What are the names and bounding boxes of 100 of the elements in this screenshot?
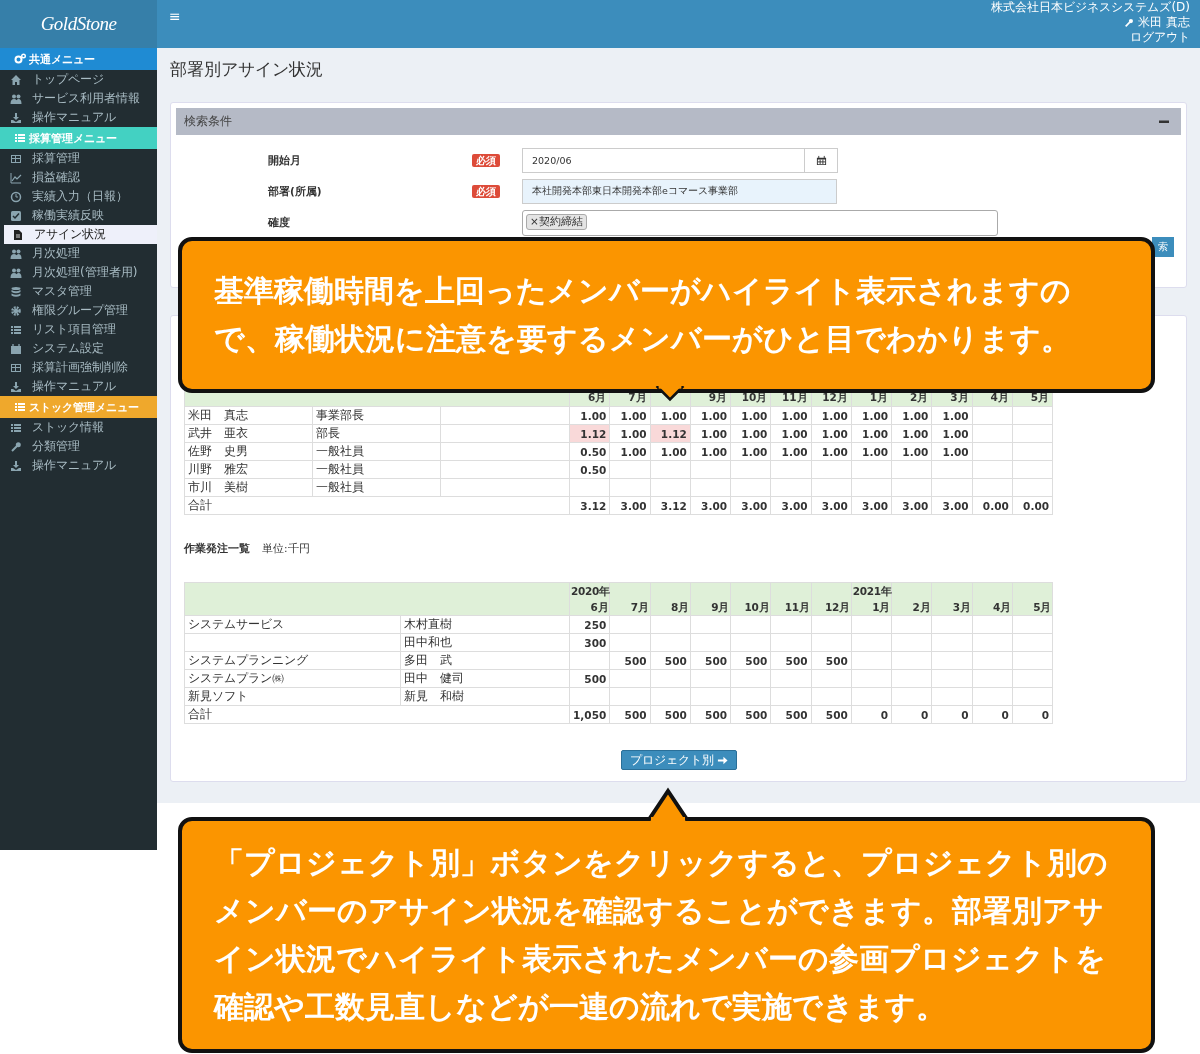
table-cell: 500 <box>690 651 731 670</box>
document-icon <box>12 228 24 241</box>
table-cell <box>891 651 932 670</box>
table-cell <box>931 651 972 670</box>
table-header: 2020年 6月 <box>569 582 610 616</box>
table-cell: 3.00 <box>770 496 811 515</box>
calendar-button[interactable] <box>805 148 838 173</box>
sidebar-item[interactable]: ストック情報 <box>0 418 157 437</box>
table-cell <box>609 687 650 706</box>
grid-icon <box>10 361 22 374</box>
table-cell: 500 <box>811 651 852 670</box>
download-icon <box>10 380 22 393</box>
sidebar-item[interactable]: 月次処理 <box>0 244 157 263</box>
table-cell: 1.00 <box>891 442 932 461</box>
table-cell: 3.00 <box>931 496 972 515</box>
gears-icon <box>14 53 26 65</box>
company-name: 株式会社日本ビジネスシステムズ(D) <box>991 0 1190 15</box>
sidebar-section-header[interactable]: 共通メニュー <box>0 48 157 70</box>
table-cell <box>1012 669 1053 688</box>
tag-chip[interactable]: ×契約締結 <box>526 213 587 230</box>
sidebar-item[interactable]: アサイン状況 <box>4 225 157 244</box>
table-cell <box>931 687 972 706</box>
arrow-right-icon <box>716 754 728 766</box>
table-cell: 500 <box>690 705 731 724</box>
project-button[interactable]: プロジェクト別 <box>620 750 737 770</box>
table-cell: 3.12 <box>650 496 691 515</box>
sidebar-item[interactable]: 採算計画強制削除 <box>0 358 157 377</box>
table-cell: 1.00 <box>569 406 610 425</box>
table-cell: 1.00 <box>770 424 811 443</box>
unit-label: 単位:千円 <box>262 542 310 556</box>
table-cell <box>811 633 852 652</box>
table-cell <box>891 615 932 634</box>
table-cell: 1.00 <box>891 406 932 425</box>
field-label: 部署(所属) <box>268 184 323 199</box>
sidebar-item[interactable]: 操作マニュアル <box>0 108 157 127</box>
table-cell <box>690 615 731 634</box>
table-cell: 1.00 <box>891 424 932 443</box>
table-header: 11月 <box>770 582 811 616</box>
table-cell: システムサービス <box>184 615 401 634</box>
sidebar-item[interactable]: 操作マニュアル <box>0 377 157 396</box>
sidebar-item[interactable]: 操作マニュアル <box>0 456 157 475</box>
department-field[interactable]: 本社開発本部東日本開発本部eコマース事業部 <box>522 179 837 204</box>
sidebar-item[interactable]: システム設定 <box>0 339 157 358</box>
table-cell: 500 <box>811 705 852 724</box>
sidebar-item[interactable]: 分類管理 <box>0 437 157 456</box>
sidebar-item[interactable]: 実績入力（日報） <box>0 187 157 206</box>
table-cell: 3.00 <box>891 496 932 515</box>
table-cell: 0.00 <box>972 496 1013 515</box>
table-cell <box>811 669 852 688</box>
sidebar-item[interactable]: 損益確認 <box>0 168 157 187</box>
sidebar-item[interactable]: 稼働実績反映 <box>0 206 157 225</box>
table-header: 8月 <box>650 582 691 616</box>
table-cell: 500 <box>650 651 691 670</box>
table-cell: 1.00 <box>650 442 691 461</box>
table-cell <box>609 633 650 652</box>
table-cell: 佐野 史男 <box>184 442 313 461</box>
table-cell: 市川 美樹 <box>184 478 313 497</box>
table-cell: 0.50 <box>569 460 610 479</box>
table-cell: 1.00 <box>730 406 771 425</box>
table-cell <box>972 651 1013 670</box>
table-cell: 500 <box>730 705 771 724</box>
logo[interactable]: GoldStone <box>40 13 117 35</box>
table-cell <box>811 687 852 706</box>
menu-toggle-button[interactable]: ≡ <box>157 0 193 32</box>
table-header: 10月 <box>730 582 771 616</box>
logout-link[interactable]: ログアウト <box>1130 30 1190 45</box>
sidebar-item[interactable]: マスタ管理 <box>0 282 157 301</box>
table-cell <box>569 687 610 706</box>
table-cell: 3.00 <box>851 496 892 515</box>
table-cell: 1.00 <box>690 406 731 425</box>
database-icon <box>10 285 22 298</box>
date-field[interactable]: 2020/06 <box>522 148 805 173</box>
table-cell: 1.00 <box>690 424 731 443</box>
table-cell: 0.50 <box>569 442 610 461</box>
sidebar-item[interactable]: サービス利用者情報 <box>0 89 157 108</box>
sidebar-item[interactable]: トップページ <box>0 70 157 89</box>
user-link[interactable]: 米田 真志 <box>1124 15 1190 30</box>
sidebar-item[interactable]: 権限グループ管理 <box>0 301 157 320</box>
table-cell: 木村直樹 <box>400 615 570 634</box>
table-header: 2021年 1月 <box>851 582 892 616</box>
table-cell: 0.00 <box>1012 496 1053 515</box>
calendar-icon <box>815 155 827 166</box>
sidebar-item[interactable]: 採算管理 <box>0 149 157 168</box>
table-cell: 300 <box>569 633 610 652</box>
table-cell: システムプラン㈱ <box>184 669 401 688</box>
tag-select-field[interactable]: ×契約締結 <box>522 209 998 236</box>
table-cell <box>730 687 771 706</box>
collapse-icon[interactable] <box>1159 119 1169 124</box>
table-header: 7月 <box>609 582 650 616</box>
grid-icon <box>10 152 22 165</box>
table-cell: 500 <box>730 651 771 670</box>
search-button[interactable]: 索 <box>1152 237 1174 257</box>
table-cell <box>1012 687 1053 706</box>
sidebar-item[interactable]: 月次処理(管理者用) <box>0 263 157 282</box>
clock-icon <box>10 190 22 203</box>
table-cell <box>1012 633 1053 652</box>
table-cell <box>931 633 972 652</box>
table-cell: 0 <box>1012 705 1053 724</box>
table-header: 5月 <box>1012 582 1053 616</box>
sidebar-item[interactable]: リスト項目管理 <box>0 320 157 339</box>
